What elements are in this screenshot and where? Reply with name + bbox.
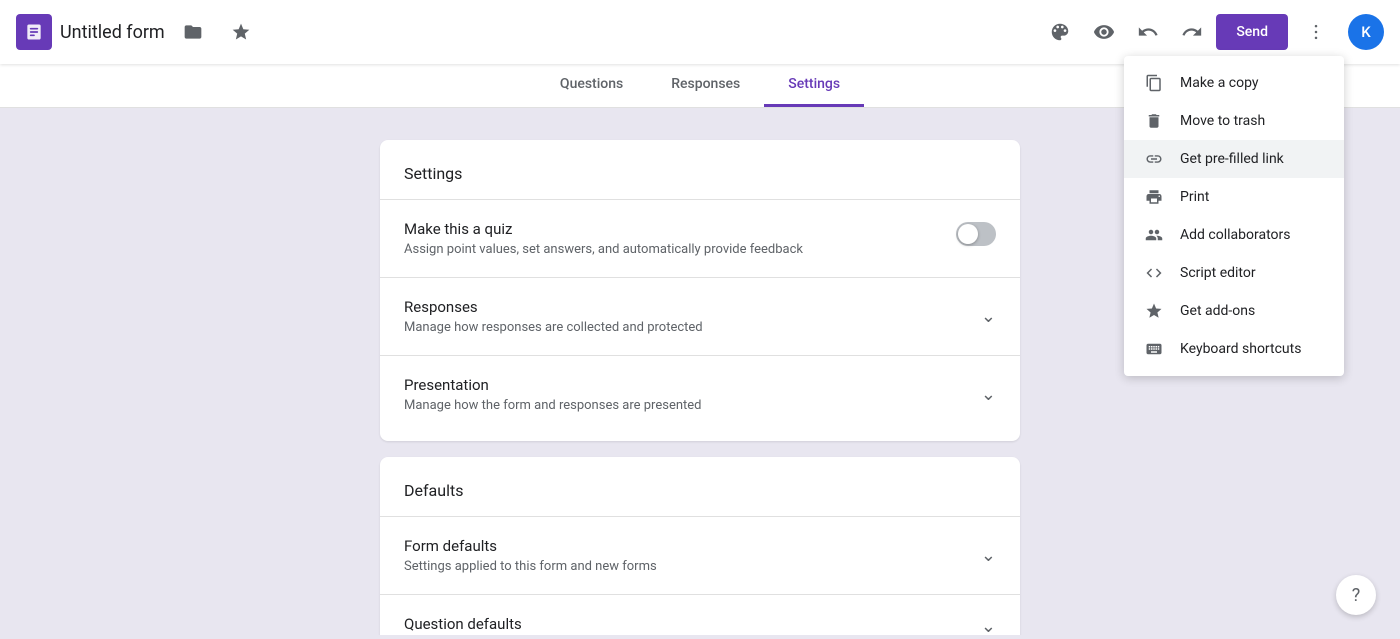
avatar[interactable]: K — [1348, 14, 1384, 50]
menu-item-pre-filled-link-label: Get pre-filled link — [1180, 151, 1284, 167]
help-button[interactable]: ? — [1336, 575, 1376, 615]
dropdown-menu: Make a copy Move to trash Get pre-filled… — [1124, 56, 1344, 376]
header-right: Send K — [1040, 12, 1384, 52]
menu-item-keyboard-shortcuts[interactable]: Keyboard shortcuts — [1124, 330, 1344, 368]
presentation-setting-name: Presentation — [404, 376, 702, 394]
responses-setting-info: Responses Manage how responses are colle… — [404, 298, 703, 335]
code-icon — [1144, 264, 1164, 282]
menu-item-make-copy[interactable]: Make a copy — [1124, 64, 1344, 102]
responses-setting-desc: Manage how responses are collected and p… — [404, 320, 703, 335]
preview-button[interactable] — [1084, 12, 1124, 52]
settings-card: Settings Make this a quiz Assign point v… — [380, 140, 1020, 441]
menu-item-pre-filled-link[interactable]: Get pre-filled link — [1124, 140, 1344, 178]
menu-item-print[interactable]: Print — [1124, 178, 1344, 216]
form-defaults-chevron-icon: ⌄ — [981, 545, 996, 566]
palette-button[interactable] — [1040, 12, 1080, 52]
question-defaults-chevron-icon: ⌄ — [981, 616, 996, 636]
more-options-button[interactable] — [1296, 12, 1336, 52]
form-defaults-row[interactable]: Form defaults Settings applied to this f… — [404, 517, 996, 594]
copy-icon — [1144, 74, 1164, 92]
responses-chevron-icon: ⌄ — [981, 306, 996, 327]
quiz-setting-info: Make this a quiz Assign point values, se… — [404, 220, 956, 257]
presentation-setting-desc: Manage how the form and responses are pr… — [404, 398, 702, 413]
form-title: Untitled form — [60, 22, 165, 43]
menu-item-make-copy-label: Make a copy — [1180, 75, 1259, 91]
redo-button[interactable] — [1172, 12, 1212, 52]
toggle-track — [956, 222, 996, 246]
question-defaults-row[interactable]: Question defaults ⌄ — [404, 595, 996, 635]
menu-item-script-editor[interactable]: Script editor — [1124, 254, 1344, 292]
form-defaults-name: Form defaults — [404, 537, 657, 555]
settings-card-title: Settings — [404, 164, 996, 183]
print-icon — [1144, 188, 1164, 206]
header: Untitled form — [0, 0, 1400, 64]
app-icon — [16, 14, 52, 50]
menu-item-add-collaborators[interactable]: Add collaborators — [1124, 216, 1344, 254]
presentation-setting-info: Presentation Manage how the form and res… — [404, 376, 702, 413]
menu-item-get-addons-label: Get add-ons — [1180, 303, 1255, 319]
menu-item-move-trash-label: Move to trash — [1180, 113, 1265, 129]
link-icon — [1144, 150, 1164, 168]
menu-item-get-addons[interactable]: Get add-ons — [1124, 292, 1344, 330]
responses-setting-name: Responses — [404, 298, 703, 316]
keyboard-icon — [1144, 340, 1164, 358]
menu-item-keyboard-shortcuts-label: Keyboard shortcuts — [1180, 341, 1301, 357]
tab-responses[interactable]: Responses — [647, 64, 764, 107]
star-button[interactable] — [221, 12, 261, 52]
menu-item-add-collaborators-label: Add collaborators — [1180, 227, 1290, 243]
toggle-thumb — [958, 224, 978, 244]
menu-item-print-label: Print — [1180, 189, 1209, 205]
addons-star-icon — [1144, 302, 1164, 320]
presentation-setting-row[interactable]: Presentation Manage how the form and res… — [404, 356, 996, 433]
quiz-toggle[interactable] — [956, 222, 996, 246]
responses-setting-row[interactable]: Responses Manage how responses are colle… — [404, 278, 996, 355]
undo-button[interactable] — [1128, 12, 1168, 52]
form-defaults-info: Form defaults Settings applied to this f… — [404, 537, 657, 574]
people-icon — [1144, 226, 1164, 244]
question-defaults-name: Question defaults — [404, 615, 522, 633]
header-left: Untitled form — [16, 12, 1040, 52]
quiz-setting-desc: Assign point values, set answers, and au… — [404, 242, 956, 257]
quiz-setting-name: Make this a quiz — [404, 220, 956, 238]
form-defaults-desc: Settings applied to this form and new fo… — [404, 559, 657, 574]
trash-icon — [1144, 112, 1164, 130]
menu-item-move-trash[interactable]: Move to trash — [1124, 102, 1344, 140]
tab-questions[interactable]: Questions — [536, 64, 647, 107]
presentation-chevron-icon: ⌄ — [981, 384, 996, 405]
quiz-setting-row: Make this a quiz Assign point values, se… — [404, 200, 996, 277]
tab-settings[interactable]: Settings — [764, 64, 864, 107]
folder-button[interactable] — [173, 12, 213, 52]
defaults-card: Defaults Form defaults Settings applied … — [380, 457, 1020, 635]
question-defaults-info: Question defaults — [404, 615, 522, 635]
send-button[interactable]: Send — [1216, 14, 1288, 50]
defaults-card-title: Defaults — [404, 481, 996, 500]
menu-item-script-editor-label: Script editor — [1180, 265, 1256, 281]
